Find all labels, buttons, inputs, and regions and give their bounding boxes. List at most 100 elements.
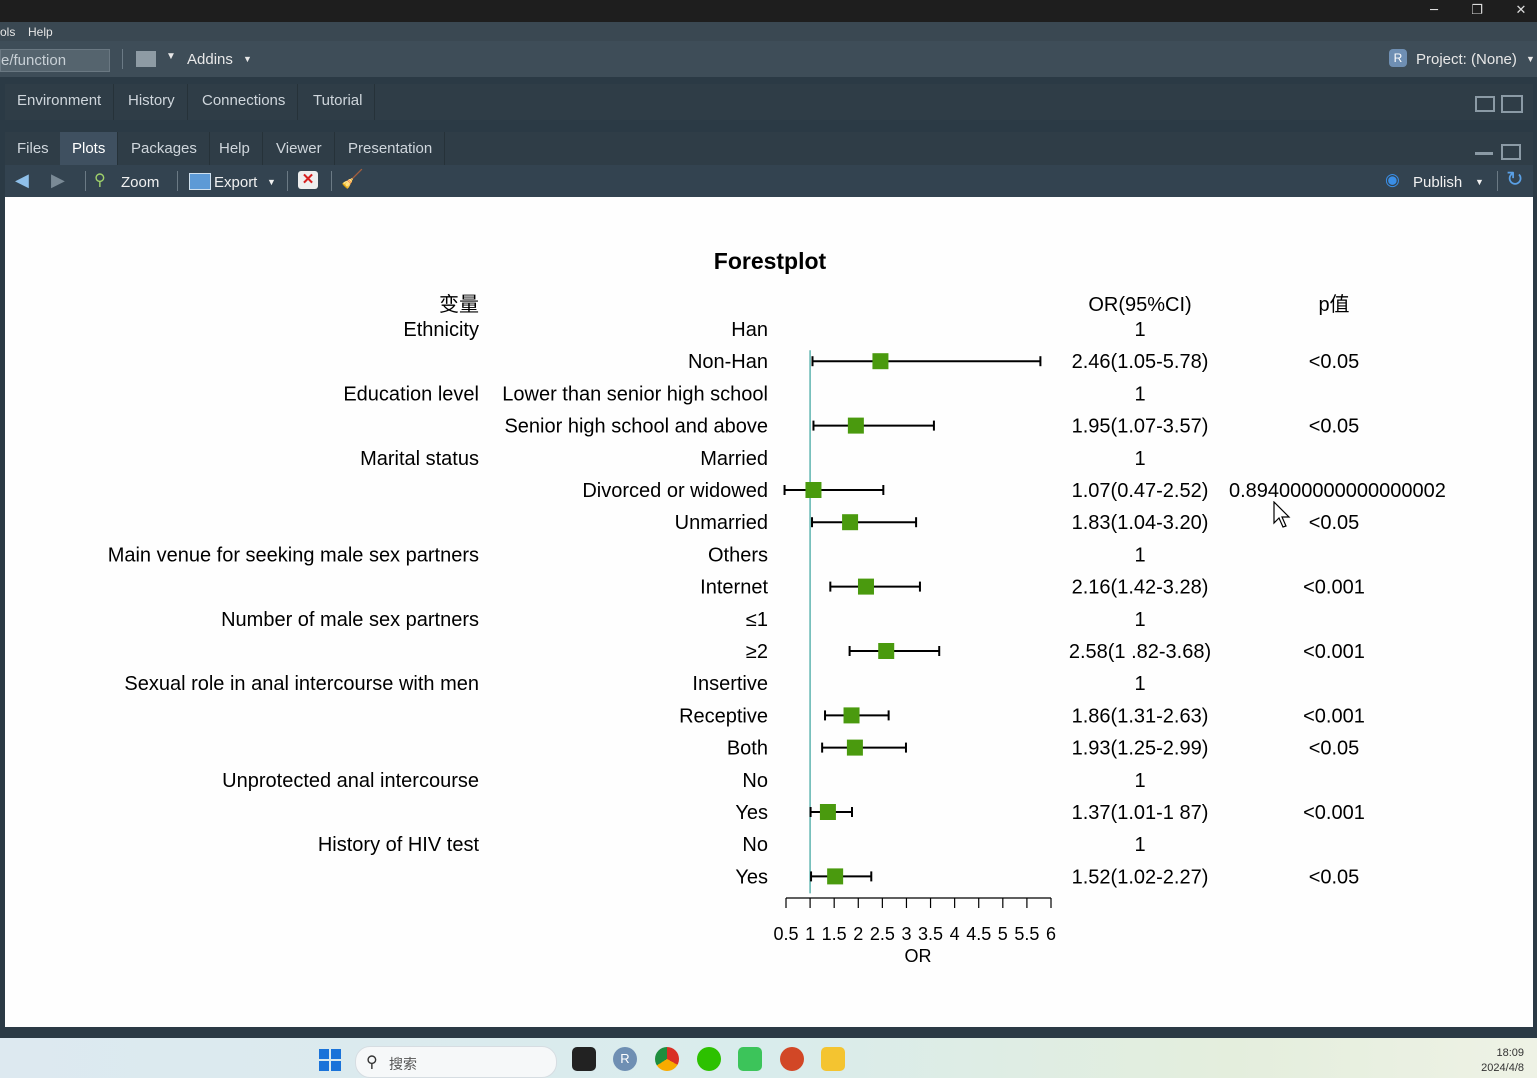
tab-presentation[interactable]: Presentation: [336, 132, 446, 165]
forest-plot: Forestplot 变量 OR(95%CI) p值 Ethnicity Han 1 No…: [108, 248, 1446, 966]
or-point-box: [847, 417, 864, 434]
tab-plots[interactable]: Plots: [60, 132, 119, 165]
restore-pane-icon[interactable]: [1501, 144, 1521, 160]
toolbar-divider: [287, 171, 288, 191]
minimize-button[interactable]: ─: [1412, 0, 1456, 22]
row-p-value: <0.001: [1303, 802, 1365, 824]
chevron-down-icon[interactable]: ▼: [267, 177, 276, 187]
clock-time: 18:09: [1496, 1047, 1524, 1059]
upper-pane-tabbar: Environment History Connections Tutorial: [5, 84, 1533, 120]
menu-help[interactable]: Help: [28, 25, 53, 39]
close-button[interactable]: ✕: [1499, 0, 1537, 22]
maximize-pane-icon[interactable]: [1501, 95, 1523, 113]
menu-tools[interactable]: ols: [0, 25, 15, 39]
screen-app-icon[interactable]: [738, 1047, 762, 1071]
chevron-down-icon[interactable]: ▼: [166, 51, 176, 62]
row-level-label: Married: [700, 448, 768, 470]
restore-pane-icon[interactable]: [1475, 96, 1495, 112]
or-point-box: [878, 643, 895, 659]
tab-history[interactable]: History: [116, 84, 188, 120]
export-button[interactable]: Export: [214, 174, 257, 191]
row-level-label: Yes: [735, 866, 768, 888]
plot-viewer: Forestplot 变量 OR(95%CI) p值 Ethnicity Han 1 No…: [5, 197, 1533, 1027]
tab-packages[interactable]: Packages: [119, 132, 210, 165]
powerpoint-app-icon[interactable]: [780, 1047, 804, 1071]
row-or-ci-text: 2.46(1.05-5.78): [1072, 351, 1209, 373]
x-tick-label: 1.5: [822, 924, 847, 944]
go-to-function-field[interactable]: e/function: [0, 49, 110, 72]
addins-menu[interactable]: Addins: [187, 51, 233, 68]
project-menu[interactable]: Project: (None): [1416, 51, 1517, 68]
row-level-label: Senior high school and above: [504, 416, 768, 438]
tab-connections[interactable]: Connections: [190, 84, 299, 120]
toolbar-divider: [1497, 171, 1498, 191]
row-or-ci-text: 1.37(1.01-1 87): [1072, 802, 1209, 824]
x-tick-label: 5: [998, 924, 1008, 944]
grid-layout-icon[interactable]: [136, 51, 156, 67]
row-or-ci-text: 1: [1134, 448, 1145, 470]
tab-help[interactable]: Help: [207, 132, 263, 165]
row-level-label: Insertive: [692, 673, 768, 695]
row-variable-label: Main venue for seeking male sex partners: [108, 544, 479, 566]
or-point-box: [872, 353, 889, 370]
or-point-box: [857, 578, 874, 595]
back-arrow-icon[interactable]: ◀: [15, 170, 29, 191]
chevron-down-icon[interactable]: ▼: [243, 54, 252, 64]
tab-viewer[interactable]: Viewer: [264, 132, 335, 165]
row-level-label: Receptive: [679, 705, 768, 727]
row-level-label: Both: [727, 738, 768, 760]
row-or-ci-text: 1: [1134, 673, 1145, 695]
lower-pane-tabbar: Files Plots Packages Help Viewer Present…: [5, 132, 1533, 165]
row-variable-label: Education level: [343, 383, 479, 405]
tab-environment[interactable]: Environment: [5, 84, 115, 120]
x-tick-label: 2.5: [870, 924, 895, 944]
zoom-button[interactable]: Zoom: [121, 174, 159, 191]
tab-tutorial[interactable]: Tutorial: [301, 84, 376, 120]
row-or-ci-text: 1: [1134, 834, 1145, 856]
x-tick-label: 0.5: [773, 924, 798, 944]
rstudio-app-icon[interactable]: R: [613, 1047, 637, 1071]
toolbar-divider: [122, 49, 123, 69]
toolbar-divider: [85, 171, 86, 191]
mouse-cursor-icon: [1273, 501, 1291, 528]
taskbar-search-box[interactable]: ⚲ 搜索: [355, 1046, 557, 1078]
x-tick-label: 1: [805, 924, 815, 944]
terminal-app-icon[interactable]: [572, 1047, 596, 1071]
minimize-pane-icon[interactable]: [1475, 152, 1493, 155]
row-level-label: No: [742, 834, 768, 856]
row-variable-label: Unprotected anal intercourse: [222, 770, 479, 792]
publish-button[interactable]: Publish: [1413, 174, 1462, 191]
chevron-down-icon[interactable]: ▼: [1475, 177, 1484, 187]
chrome-app-icon[interactable]: [655, 1047, 679, 1071]
or-point-box: [827, 868, 844, 885]
row-or-ci-text: 1: [1134, 609, 1145, 631]
row-p-value: <0.001: [1303, 705, 1365, 727]
broom-clear-icon[interactable]: 🧹: [341, 169, 363, 190]
row-level-label: ≤1: [746, 609, 768, 631]
or-point-box: [846, 739, 863, 756]
row-or-ci-text: 2.16(1.42-3.28): [1072, 577, 1209, 599]
row-p-value: <0.001: [1303, 577, 1365, 599]
row-variable-label: History of HIV test: [318, 834, 480, 856]
restore-button[interactable]: ❐: [1455, 0, 1499, 22]
row-or-ci-text: 1: [1134, 383, 1145, 405]
windows-start-icon[interactable]: [319, 1049, 341, 1071]
file-explorer-icon[interactable]: [821, 1047, 845, 1071]
row-or-ci-text: 1.07(0.47-2.52): [1072, 480, 1209, 502]
refresh-icon[interactable]: ↻: [1506, 167, 1524, 192]
row-level-label: Yes: [735, 802, 768, 824]
wechat-app-icon[interactable]: [697, 1047, 721, 1071]
or-point-box: [843, 707, 860, 724]
tab-files[interactable]: Files: [5, 132, 62, 165]
row-variable-label: Marital status: [360, 448, 479, 470]
row-level-label: Divorced or widowed: [582, 480, 768, 502]
forward-arrow-icon[interactable]: ▶: [51, 170, 65, 191]
row-or-ci-text: 1.52(1.02-2.27): [1072, 866, 1209, 888]
zoom-magnifier-icon: ⚲: [94, 172, 106, 189]
row-or-ci-text: 1.93(1.25-2.99): [1072, 738, 1209, 760]
row-or-ci-text: 1: [1134, 319, 1145, 341]
remove-plot-icon[interactable]: ✕: [298, 171, 318, 189]
chevron-down-icon[interactable]: ▼: [1526, 54, 1535, 64]
row-or-ci-text: 2.58(1 .82-3.68): [1069, 641, 1211, 663]
row-level-label: No: [742, 770, 768, 792]
